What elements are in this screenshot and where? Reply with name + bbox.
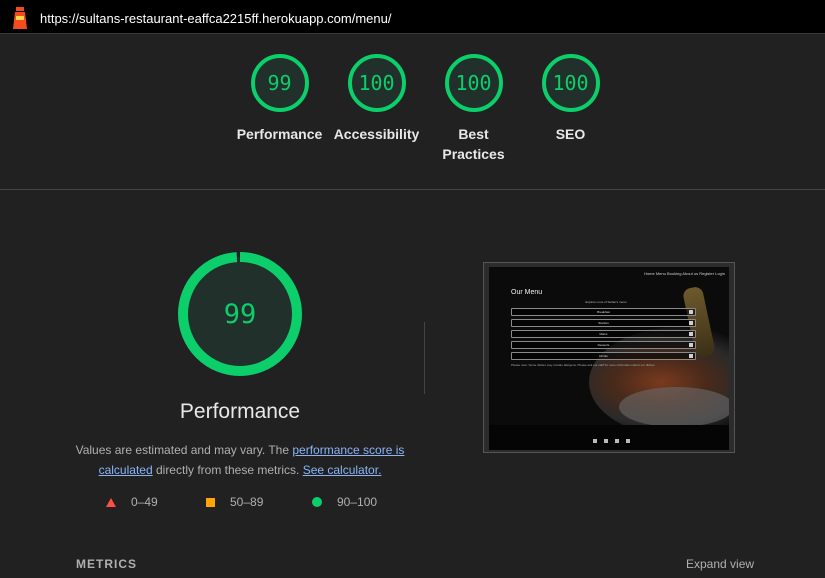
performance-main-gauge: 99 [178, 252, 302, 376]
gauge-performance-score: 99 [250, 54, 309, 112]
menu-row-label: Desserts [597, 343, 610, 347]
gauge-best-practices-score: 100 [444, 54, 503, 112]
menu-row-label: Breakfast [597, 310, 610, 314]
gauge-best-practices[interactable]: 100 Best Practices [425, 54, 522, 164]
gauge-seo-label: SEO [555, 126, 586, 142]
screenshot-menu-row: Breakfast [511, 308, 696, 316]
report-url-bar: https://sultans-restaurant-eaffca2215ff.… [0, 0, 825, 34]
average-square-icon [206, 497, 215, 507]
screenshot-note: Please note: Some dishes may contain all… [511, 363, 656, 367]
expand-icon [689, 321, 693, 325]
screenshot-menu-row: Desserts [511, 341, 696, 349]
metrics-heading: METRICS [76, 557, 137, 571]
gauge-seo[interactable]: 100 SEO [522, 54, 619, 144]
legend-pass-range: 90–100 [337, 495, 378, 509]
screenshot-subtitle: Explore more of Sultan's menu [585, 300, 627, 304]
instagram-icon [604, 439, 608, 443]
screenshot-title: Our Menu [511, 289, 543, 296]
gauge-accessibility-label: Accessibility [333, 126, 420, 142]
expand-icon [689, 343, 693, 347]
performance-title: Performance [179, 400, 301, 423]
screenshot-menu-row: Mains [511, 330, 696, 338]
vertical-separator [424, 322, 425, 394]
performance-description: Values are estimated and may vary. The p… [70, 440, 410, 480]
screenshot-nav: Home Menu Booking About us Register Logi… [644, 271, 725, 276]
legend-fail-range: 0–49 [131, 495, 158, 509]
description-text-1: Values are estimated and may vary. The [75, 443, 293, 457]
expand-icon [689, 354, 693, 358]
description-text-2: directly from these metrics. [152, 463, 303, 477]
screenshot-menu-row: Drinks [511, 352, 696, 360]
legend-fail: 0–49 [106, 495, 158, 509]
legend-average-range: 50–89 [230, 495, 264, 509]
gauge-best-practices-label: Best Practices [425, 124, 522, 164]
bowl-image [619, 387, 729, 427]
final-screenshot-thumbnail[interactable]: Home Menu Booking About us Register Logi… [483, 262, 735, 453]
score-gauges: 99 Performance 100 Accessibility 100 Bes… [0, 34, 825, 189]
lighthouse-icon [13, 7, 27, 29]
gauge-accessibility-score: 100 [347, 54, 406, 112]
expand-icon [689, 310, 693, 314]
menu-row-label: Starters [598, 321, 609, 325]
screenshot-content: Home Menu Booking About us Register Logi… [489, 267, 729, 450]
youtube-icon [626, 439, 630, 443]
expand-icon [689, 332, 693, 336]
main-gauge-score: 99 [224, 299, 257, 330]
see-calculator-link[interactable]: See calculator. [303, 463, 382, 477]
gauge-performance[interactable]: 99 Performance [231, 54, 328, 144]
twitter-icon [615, 439, 619, 443]
pass-circle-icon [312, 497, 322, 507]
gauge-best-practices-label-line2: Practices [442, 146, 505, 162]
screenshot-menu-row: Starters [511, 319, 696, 327]
menu-row-label: Drinks [599, 354, 608, 358]
menu-row-label: Mains [599, 332, 608, 336]
gauge-performance-label: Performance [236, 126, 323, 142]
gauge-seo-score: 100 [541, 54, 600, 112]
screenshot-footer [489, 425, 729, 450]
legend-pass: 90–100 [312, 495, 377, 509]
legend-average: 50–89 [206, 495, 263, 509]
facebook-icon [593, 439, 597, 443]
gauge-accessibility[interactable]: 100 Accessibility [328, 54, 425, 144]
page-url-link[interactable]: https://sultans-restaurant-eaffca2215ff.… [40, 11, 391, 26]
fail-triangle-icon [106, 497, 116, 507]
section-divider [0, 189, 825, 190]
gauge-best-practices-label-line1: Best [458, 126, 489, 142]
expand-view-toggle[interactable]: Expand view [686, 557, 754, 571]
